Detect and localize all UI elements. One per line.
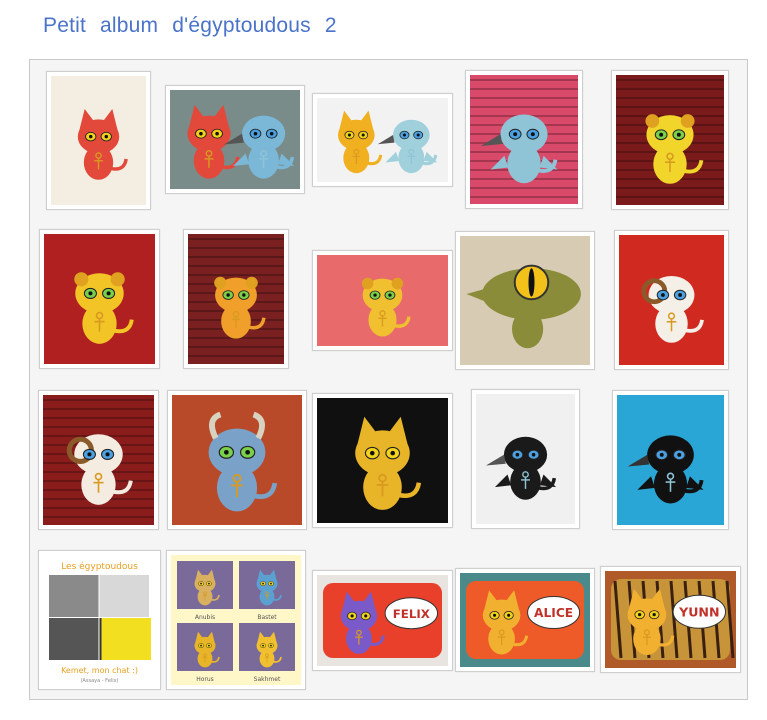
album-thumbnail[interactable]: Anubis Bastet Horus Sakhmet bbox=[166, 550, 306, 690]
album-thumbnail[interactable] bbox=[167, 390, 307, 530]
svg-text:Kemet, mon chat :): Kemet, mon chat :) bbox=[61, 666, 138, 675]
svg-text:Bastet: Bastet bbox=[257, 614, 277, 621]
album-thumbnail[interactable] bbox=[312, 393, 453, 528]
thumbnail-image bbox=[619, 235, 724, 365]
thumbnail-image bbox=[172, 395, 302, 525]
album-thumbnail[interactable] bbox=[465, 70, 583, 209]
album-thumbnail[interactable] bbox=[455, 231, 595, 370]
album-thumbnail[interactable] bbox=[312, 93, 453, 187]
thumbnail-image bbox=[43, 395, 154, 525]
svg-text:ALICE: ALICE bbox=[534, 606, 573, 620]
thumbnail-image bbox=[317, 98, 448, 182]
album-thumbnail[interactable]: YUNN bbox=[600, 566, 741, 673]
thumbnail-image bbox=[460, 236, 590, 365]
thumbnail-image bbox=[188, 234, 284, 364]
thumbnail-image: FELIX bbox=[317, 575, 448, 666]
thumbnail-image bbox=[470, 75, 578, 204]
album-thumbnail[interactable] bbox=[38, 390, 159, 530]
album-thumbnail[interactable] bbox=[183, 229, 289, 369]
thumbnail-image bbox=[317, 398, 448, 523]
svg-text:Anubis: Anubis bbox=[195, 614, 215, 621]
thumbnail-image bbox=[476, 394, 575, 524]
album-thumbnail[interactable] bbox=[312, 250, 453, 351]
svg-text:Sakhmet: Sakhmet bbox=[254, 676, 281, 683]
album-thumbnail[interactable] bbox=[611, 70, 729, 210]
album-thumbnail[interactable] bbox=[614, 230, 729, 370]
album-thumbnail[interactable]: ALICE bbox=[455, 568, 595, 672]
thumbnail-image: ALICE bbox=[460, 573, 590, 667]
svg-text:FELIX: FELIX bbox=[393, 607, 430, 621]
thumbnail-image bbox=[170, 90, 300, 189]
svg-text:YUNN: YUNN bbox=[678, 605, 719, 620]
thumbnail-image bbox=[51, 76, 146, 205]
thumbnail-image bbox=[616, 75, 724, 205]
album-thumbnail[interactable] bbox=[39, 229, 160, 369]
thumbnail-image: Anubis Bastet Horus Sakhmet bbox=[171, 555, 301, 685]
svg-text:Les égyptoudous: Les égyptoudous bbox=[61, 561, 138, 572]
thumbnail-image: Les égyptoudous Kemet, mon chat :) (Assaya… bbox=[43, 555, 156, 685]
thumbnail-image bbox=[317, 255, 448, 346]
svg-text:(Assaya - Felix): (Assaya - Felix) bbox=[80, 678, 118, 684]
album-thumbnail[interactable]: Les égyptoudous Kemet, mon chat :) (Assaya… bbox=[38, 550, 161, 690]
thumbnail-image: YUNN bbox=[605, 571, 736, 668]
album-thumbnail[interactable]: FELIX bbox=[312, 570, 453, 671]
album-thumbnail[interactable] bbox=[165, 85, 305, 194]
album-thumbnail[interactable] bbox=[612, 390, 729, 530]
thumbnail-image bbox=[617, 395, 724, 525]
page-title: Petit album d'égyptoudous 2 bbox=[43, 14, 337, 37]
album-thumbnail[interactable] bbox=[46, 71, 151, 210]
album-thumbnail[interactable] bbox=[471, 389, 580, 529]
svg-text:Horus: Horus bbox=[196, 676, 214, 683]
thumbnail-image bbox=[44, 234, 155, 364]
